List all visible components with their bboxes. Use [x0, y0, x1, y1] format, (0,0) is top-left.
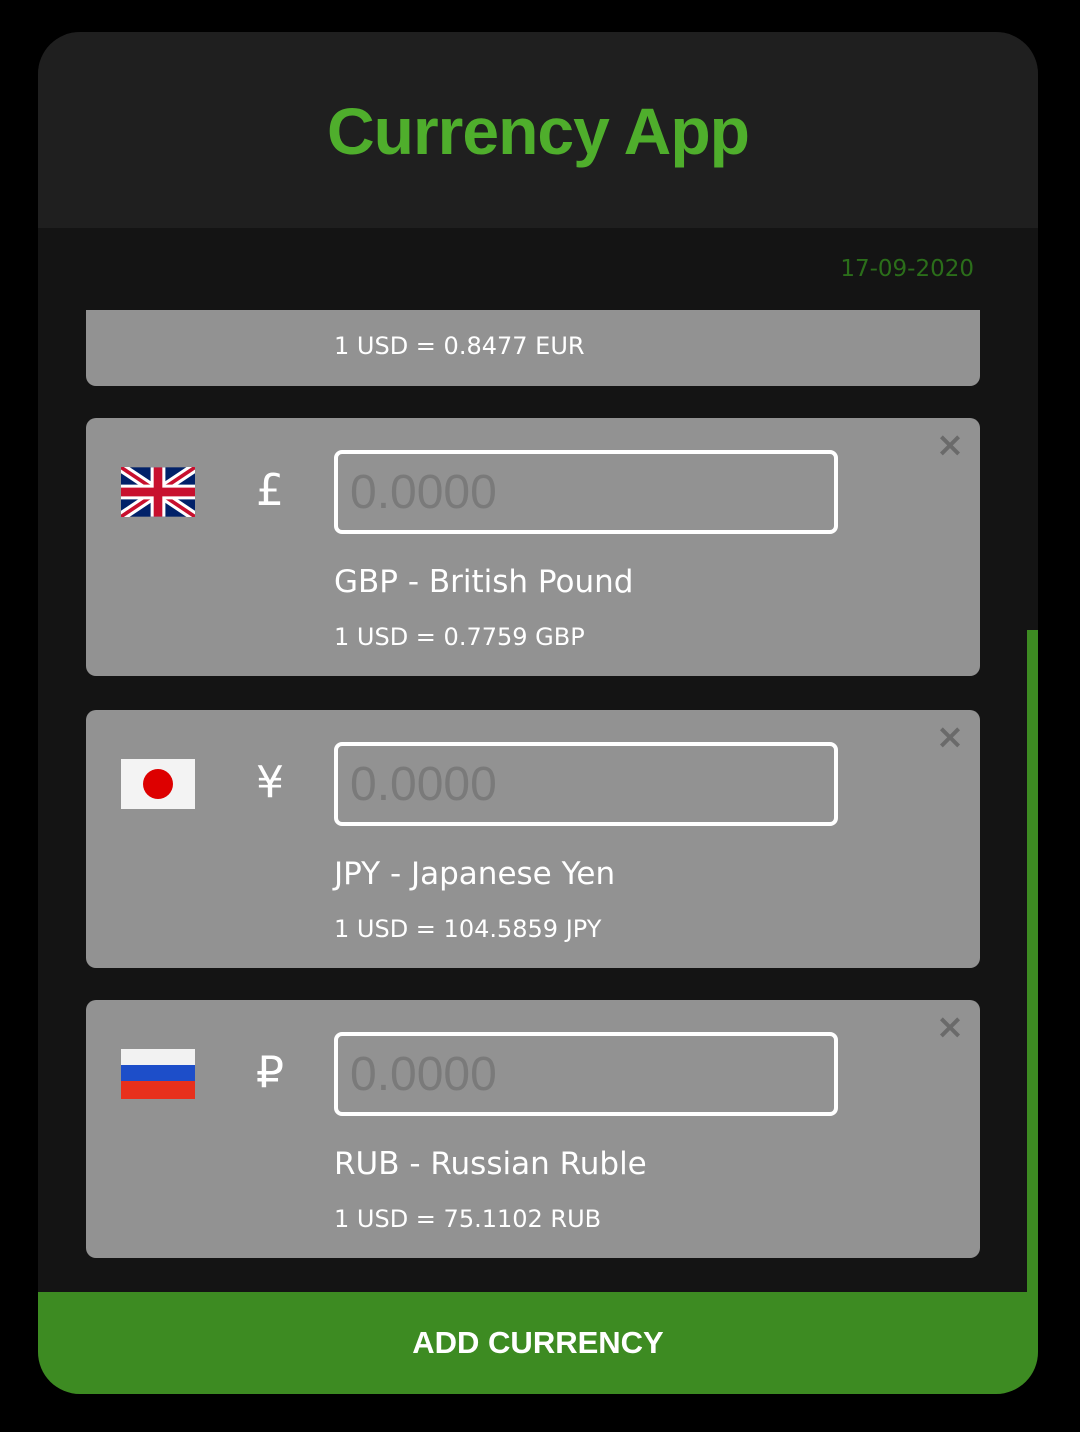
currency-app-window: Currency App 17-09-2020 1 USD = 0.8477 E…: [38, 32, 1038, 1394]
amount-input-jpy[interactable]: [334, 742, 838, 826]
amount-input-gbp[interactable]: [334, 450, 838, 534]
russia-flag-icon: [121, 1049, 195, 1099]
currency-name: RUB - Russian Ruble: [334, 1146, 647, 1182]
currency-symbol: ₽: [256, 1047, 284, 1098]
currency-card-gbp: £ × GBP - British Pound 1 USD = 0.7759 G…: [86, 418, 980, 676]
currency-name: GBP - British Pound: [334, 564, 634, 600]
japan-flag-icon: [121, 759, 195, 809]
currency-card-eur: 1 USD = 0.8477 EUR: [86, 310, 980, 386]
amount-input-rub[interactable]: [334, 1032, 838, 1116]
remove-currency-gbp-close-icon[interactable]: ×: [934, 428, 966, 462]
currency-symbol: ¥: [256, 757, 284, 808]
currency-card-jpy: ¥ × JPY - Japanese Yen 1 USD = 104.5859 …: [86, 710, 980, 968]
currency-symbol: £: [256, 465, 284, 516]
app-title: Currency App: [327, 94, 750, 168]
app-header: Currency App: [38, 32, 1038, 228]
currency-list[interactable]: 1 USD = 0.8477 EUR £ × GBP - British Pou…: [38, 228, 1038, 1292]
add-currency-button[interactable]: ADD CURRENCY: [38, 1292, 1038, 1394]
currency-card-rub: ₽ × RUB - Russian Ruble 1 USD = 75.1102 …: [86, 1000, 980, 1258]
exchange-rate-text: 1 USD = 104.5859 JPY: [334, 915, 602, 943]
exchange-rate-text: 1 USD = 75.1102 RUB: [334, 1205, 602, 1233]
currency-name: JPY - Japanese Yen: [334, 856, 616, 892]
uk-flag-icon: [121, 467, 195, 517]
remove-currency-rub-close-icon[interactable]: ×: [934, 1010, 966, 1044]
remove-currency-jpy-close-icon[interactable]: ×: [934, 720, 966, 754]
exchange-rate-text: 1 USD = 0.7759 GBP: [334, 623, 585, 651]
exchange-rate-text: 1 USD = 0.8477 EUR: [334, 332, 585, 360]
list-scrollbar[interactable]: [1027, 630, 1038, 1292]
